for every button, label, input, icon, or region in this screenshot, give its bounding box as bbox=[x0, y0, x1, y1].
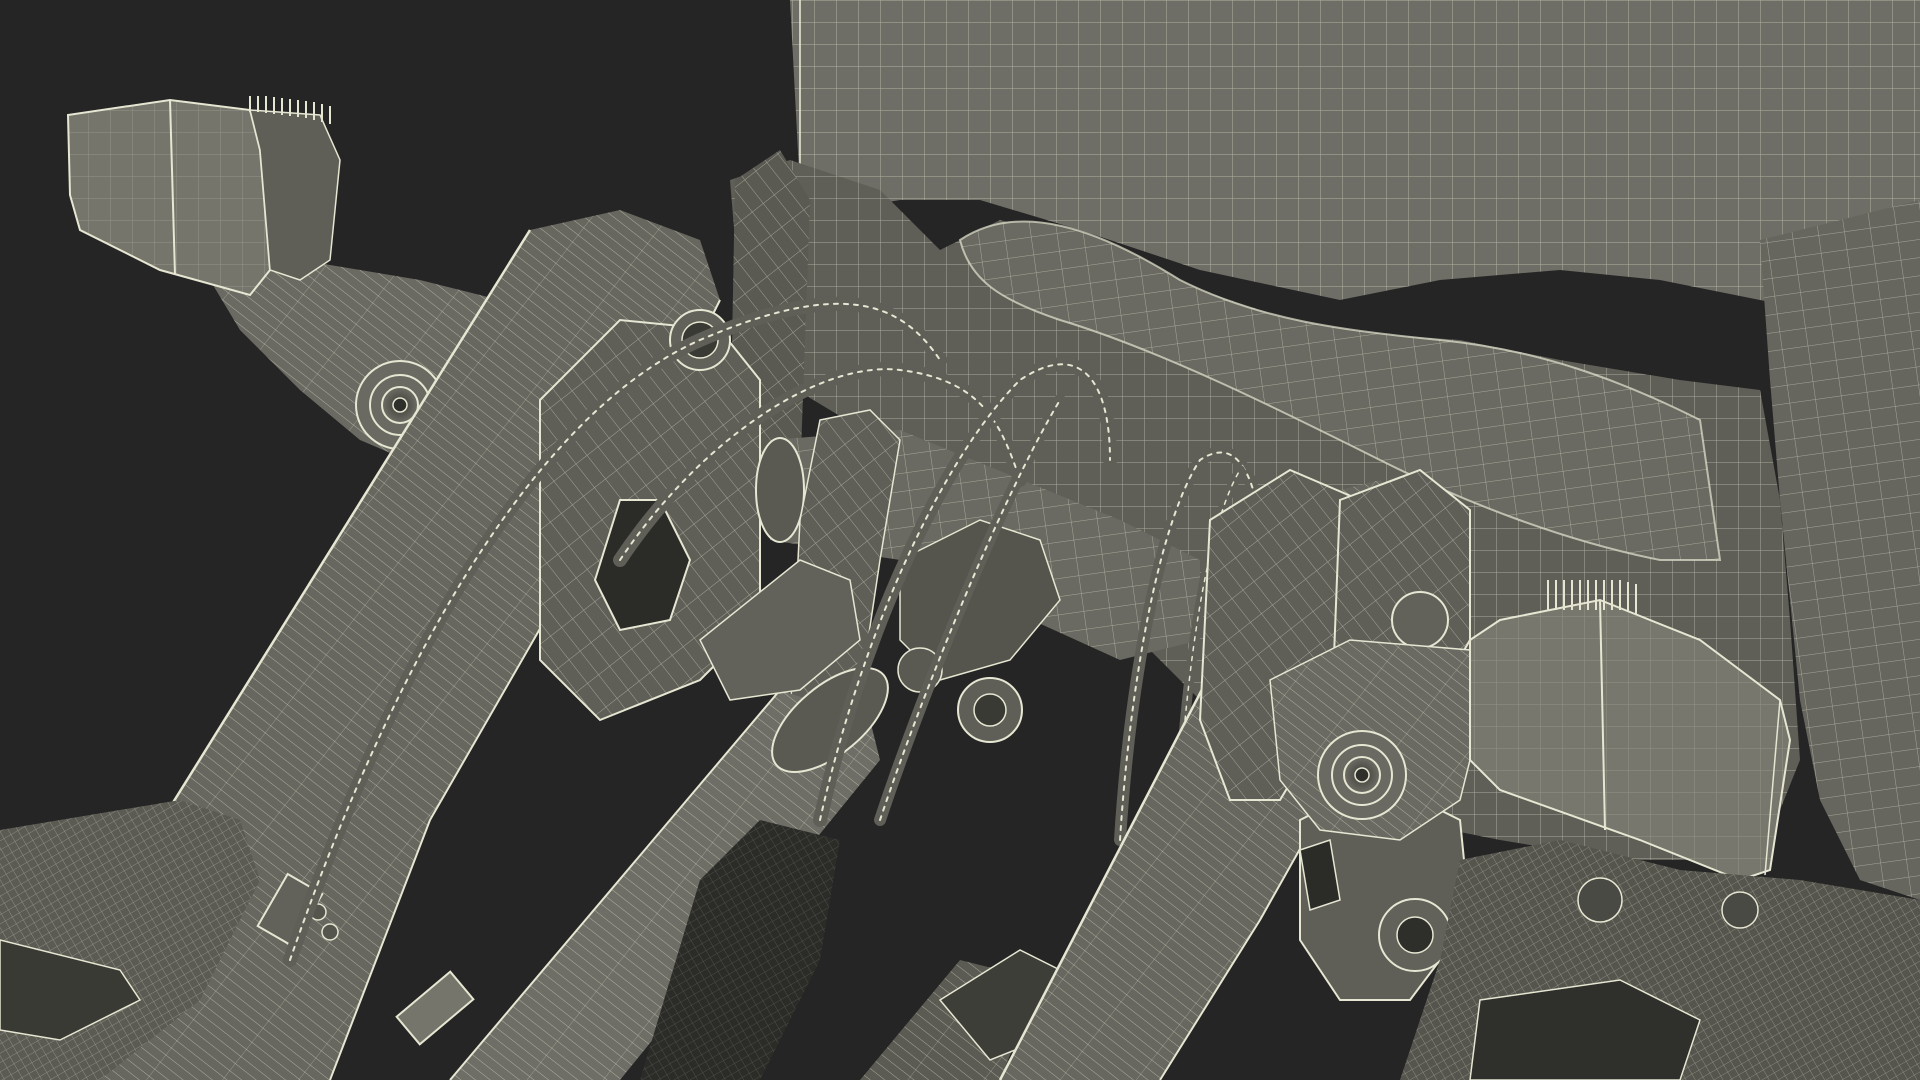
render-viewport bbox=[0, 0, 1920, 1080]
undercarriage-right bbox=[1400, 840, 1920, 1080]
wireframe-machinery-render bbox=[0, 0, 1920, 1080]
